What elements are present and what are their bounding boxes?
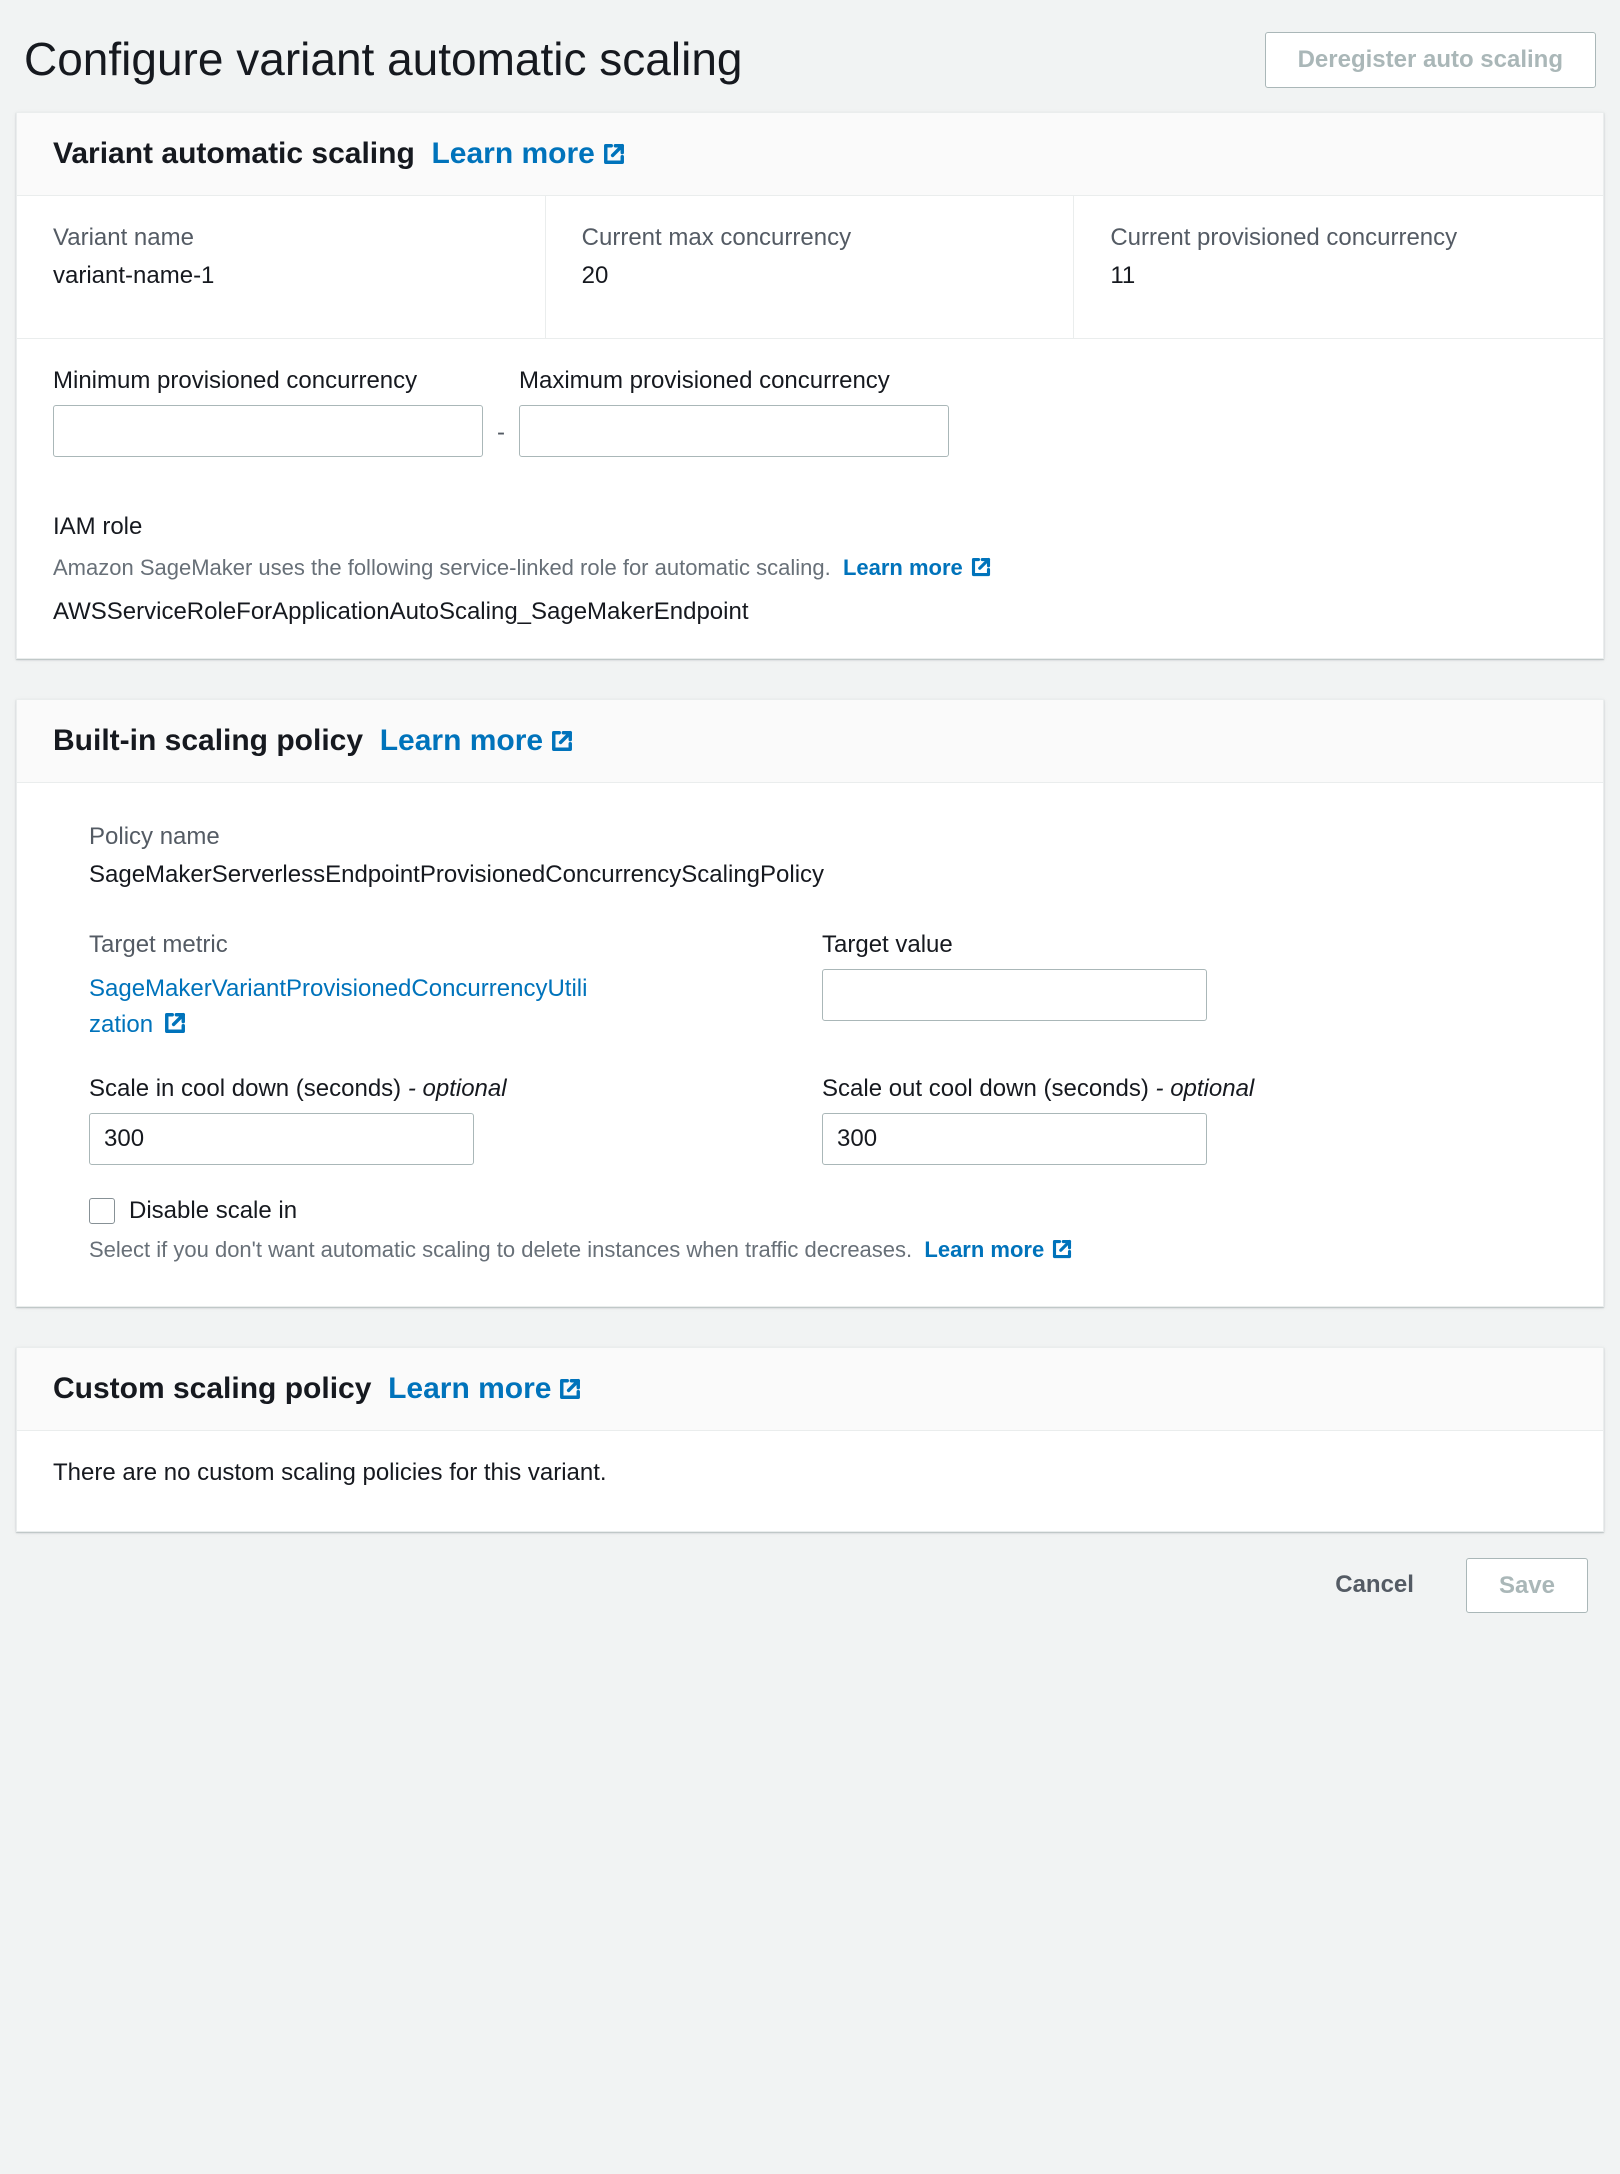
learn-more-link[interactable]: Learn more — [380, 724, 573, 758]
optional-label: - optional — [1156, 1075, 1255, 1102]
disable-scale-in-checkbox[interactable] — [89, 1198, 115, 1224]
disable-scale-in-learn-more-link[interactable]: Learn more — [924, 1233, 1072, 1266]
variant-automatic-scaling-card: Variant automatic scaling Learn more Var… — [16, 112, 1604, 659]
kv-value: variant-name-1 — [53, 262, 509, 290]
learn-more-text: Learn more — [380, 724, 543, 758]
external-link-icon — [603, 143, 625, 165]
policy-name-label: Policy name — [89, 823, 1531, 851]
min-provisioned-concurrency-label: Minimum provisioned concurrency — [53, 367, 483, 395]
builtin-scaling-policy-card: Built-in scaling policy Learn more Polic… — [16, 699, 1604, 1307]
card-header: Custom scaling policy Learn more — [17, 1348, 1603, 1431]
iam-role-hint: Amazon SageMaker uses the following serv… — [53, 555, 831, 580]
scale-in-cooldown-label: Scale in cool down (seconds) — [89, 1075, 401, 1102]
learn-more-text: Learn more — [843, 551, 963, 584]
learn-more-text: Learn more — [388, 1372, 551, 1406]
max-provisioned-concurrency-label: Maximum provisioned concurrency — [519, 367, 949, 395]
disable-scale-in-label: Disable scale in — [129, 1197, 297, 1225]
min-provisioned-concurrency-input[interactable] — [53, 405, 483, 457]
optional-label: - optional — [408, 1075, 507, 1102]
iam-role-label: IAM role — [53, 513, 1567, 541]
external-link-icon — [1052, 1239, 1072, 1259]
page-title: Configure variant automatic scaling — [24, 32, 742, 87]
max-provisioned-concurrency-input[interactable] — [519, 405, 949, 457]
custom-scaling-policy-card: Custom scaling policy Learn more There a… — [16, 1347, 1604, 1532]
external-link-icon — [551, 730, 573, 752]
current-provisioned-concurrency-cell: Current provisioned concurrency 11 — [1074, 196, 1603, 338]
iam-role-learn-more-link[interactable]: Learn more — [843, 551, 991, 584]
learn-more-text: Learn more — [431, 137, 594, 171]
kv-label: Current max concurrency — [582, 224, 1038, 252]
target-metric-label: Target metric — [89, 931, 798, 959]
disable-scale-in-hint: Select if you don't want automatic scali… — [89, 1237, 912, 1262]
learn-more-text: Learn more — [924, 1233, 1044, 1266]
save-button[interactable]: Save — [1466, 1558, 1588, 1614]
policy-name-value: SageMakerServerlessEndpointProvisionedCo… — [89, 861, 1531, 889]
external-link-icon — [559, 1378, 581, 1400]
learn-more-link[interactable]: Learn more — [388, 1372, 581, 1406]
current-max-concurrency-cell: Current max concurrency 20 — [546, 196, 1075, 338]
card-header: Variant automatic scaling Learn more — [17, 113, 1603, 196]
cancel-button[interactable]: Cancel — [1303, 1561, 1446, 1609]
kv-value: 11 — [1110, 262, 1567, 290]
deregister-auto-scaling-button[interactable]: Deregister auto scaling — [1265, 32, 1596, 88]
kv-label: Current provisioned concurrency — [1110, 224, 1567, 252]
learn-more-link[interactable]: Learn more — [431, 137, 624, 171]
target-metric-link[interactable]: SageMakerVariantProvisionedConcurrencyUt… — [89, 975, 587, 1038]
range-dash: - — [497, 419, 505, 457]
scale-out-cooldown-label: Scale out cool down (seconds) — [822, 1075, 1149, 1102]
section-title: Variant automatic scaling — [53, 137, 415, 170]
section-title: Custom scaling policy — [53, 1372, 371, 1405]
card-header: Built-in scaling policy Learn more — [17, 700, 1603, 783]
external-link-icon — [164, 1012, 186, 1034]
external-link-icon — [971, 557, 991, 577]
kv-label: Variant name — [53, 224, 509, 252]
custom-policy-empty-text: There are no custom scaling policies for… — [53, 1459, 1567, 1487]
iam-role-value: AWSServiceRoleForApplicationAutoScaling_… — [53, 598, 1567, 626]
target-value-input[interactable] — [822, 969, 1207, 1021]
target-value-label: Target value — [822, 931, 1531, 959]
kv-value: 20 — [582, 262, 1038, 290]
section-title: Built-in scaling policy — [53, 724, 363, 757]
variant-name-cell: Variant name variant-name-1 — [17, 196, 546, 338]
scale-out-cooldown-input[interactable] — [822, 1113, 1207, 1165]
scale-in-cooldown-input[interactable] — [89, 1113, 474, 1165]
